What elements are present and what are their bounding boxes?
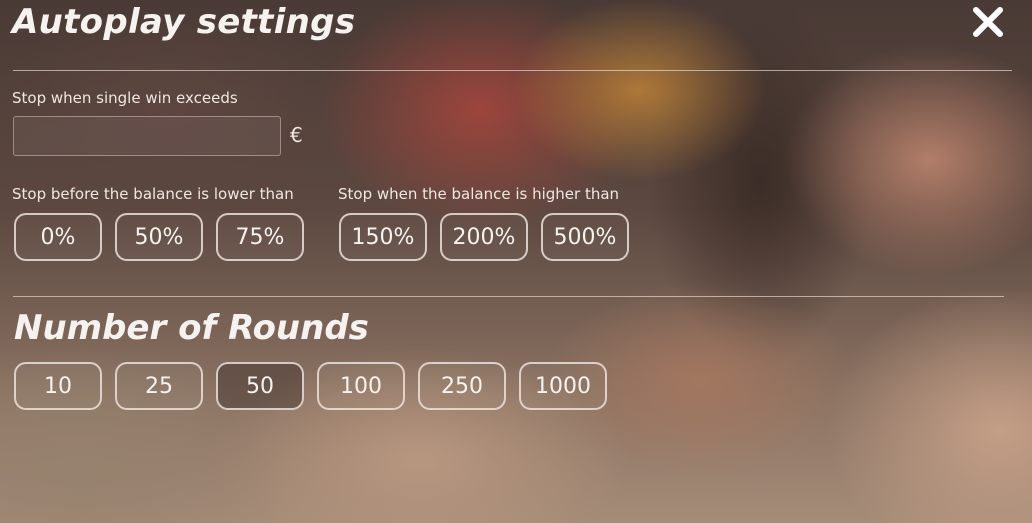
balance-lower-label: Stop before the balance is lower than bbox=[12, 185, 294, 203]
currency-symbol: € bbox=[290, 123, 303, 147]
balance-higher-option[interactable]: 200% bbox=[440, 213, 528, 261]
balance-higher-label: Stop when the balance is higher than bbox=[338, 185, 620, 203]
balance-higher-option[interactable]: 500% bbox=[541, 213, 629, 261]
rounds-option-selected[interactable]: 50 bbox=[216, 362, 304, 410]
rounds-option[interactable]: 10 bbox=[14, 362, 102, 410]
rounds-option[interactable]: 1000 bbox=[519, 362, 607, 410]
rounds-options: 10 25 50 100 250 1000 bbox=[14, 362, 607, 410]
single-win-input[interactable] bbox=[13, 116, 281, 156]
rounds-option[interactable]: 100 bbox=[317, 362, 405, 410]
rounds-title: Number of Rounds bbox=[14, 308, 369, 348]
single-win-label: Stop when single win exceeds bbox=[12, 89, 238, 107]
close-button[interactable] bbox=[970, 4, 1006, 40]
page-title: Autoplay settings bbox=[12, 2, 356, 42]
balance-lower-option[interactable]: 50% bbox=[115, 213, 203, 261]
balance-lower-options: 0% 50% 75% bbox=[14, 213, 304, 261]
autoplay-settings-panel: Autoplay settings Stop when single win e… bbox=[0, 0, 1032, 523]
balance-lower-option[interactable]: 75% bbox=[216, 213, 304, 261]
balance-higher-options: 150% 200% 500% bbox=[339, 213, 629, 261]
header-divider bbox=[13, 70, 1012, 71]
close-icon bbox=[973, 7, 1003, 37]
rounds-option[interactable]: 250 bbox=[418, 362, 506, 410]
balance-higher-option[interactable]: 150% bbox=[339, 213, 427, 261]
rounds-option[interactable]: 25 bbox=[115, 362, 203, 410]
balance-lower-option[interactable]: 0% bbox=[14, 213, 102, 261]
section-divider bbox=[13, 296, 1004, 297]
